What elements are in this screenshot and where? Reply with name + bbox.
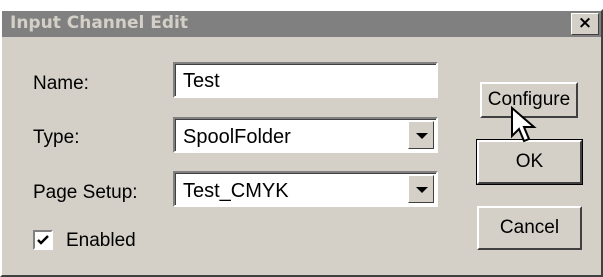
type-label: Type: — [33, 127, 80, 148]
page-setup-dropdown-button[interactable] — [408, 175, 434, 203]
checkmark-icon — [37, 235, 49, 245]
mouse-pointer-icon — [511, 106, 537, 143]
chevron-down-icon — [416, 187, 428, 193]
page-setup-label: Page Setup: — [33, 182, 138, 203]
type-dropdown-value: SpoolFolder — [183, 126, 291, 148]
ok-button-label: OK — [515, 151, 544, 172]
chevron-down-icon — [416, 133, 428, 139]
enabled-label: Enabled — [66, 230, 136, 251]
dialog-titlebar[interactable]: Input Channel Edit — [2, 11, 601, 37]
type-dropdown[interactable]: SpoolFolder — [173, 117, 438, 153]
page-setup-dropdown-value: Test_CMYK — [183, 180, 289, 202]
name-input-value: Test — [183, 70, 220, 92]
type-dropdown-button[interactable] — [408, 121, 434, 149]
page-setup-dropdown[interactable]: Test_CMYK — [173, 171, 438, 207]
dialog-title: Input Channel Edit — [10, 13, 189, 33]
enabled-checkbox[interactable] — [33, 230, 53, 250]
ok-button[interactable]: OK — [476, 139, 583, 185]
name-input[interactable]: Test — [173, 62, 438, 98]
name-label: Name: — [33, 73, 89, 94]
cancel-button[interactable]: Cancel — [477, 206, 582, 250]
cancel-button-label: Cancel — [499, 217, 560, 238]
close-icon: × — [577, 13, 593, 33]
close-button[interactable]: × — [571, 13, 599, 35]
